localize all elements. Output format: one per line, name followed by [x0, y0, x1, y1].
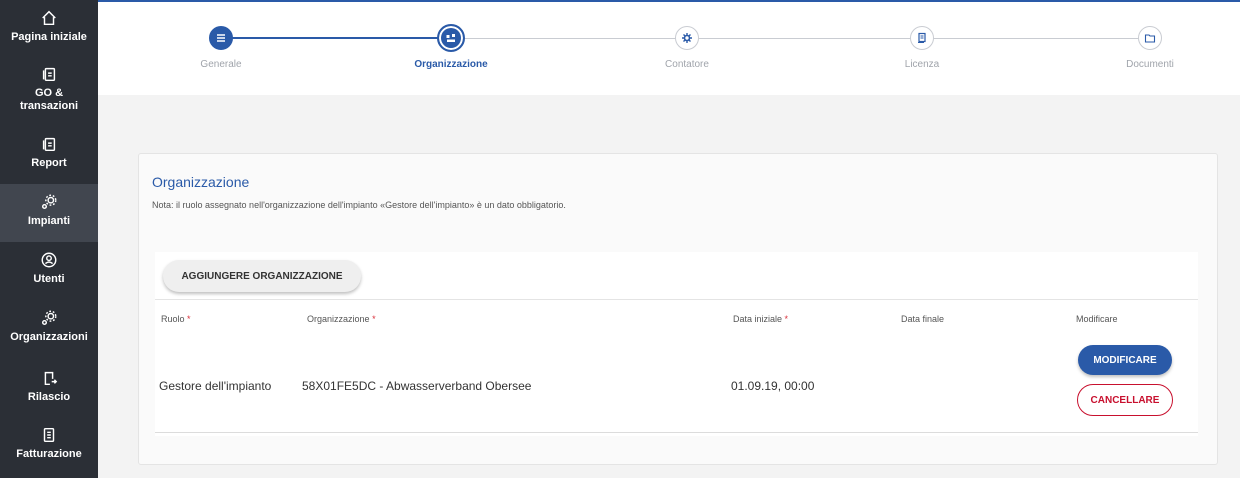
- report-icon: [39, 134, 59, 154]
- step-organization[interactable]: Organizzazione: [376, 2, 526, 70]
- column-header-edit: Modificare: [1076, 314, 1118, 324]
- list-icon: [209, 26, 233, 50]
- documents-icon: [39, 64, 59, 84]
- gear-icon: [675, 26, 699, 50]
- column-header-organization: Organizzazione *: [307, 314, 376, 324]
- sidebar-item-organizations[interactable]: Organizzazioni: [0, 308, 98, 344]
- add-organization-button[interactable]: AGGIUNGERE ORGANIZZAZIONE: [163, 260, 361, 292]
- organization-card: Organizzazione Nota: il ruolo assegnato …: [138, 153, 1218, 465]
- sidebar-item-label: Impianti: [27, 215, 71, 227]
- sidebar-item-go-transactions[interactable]: GO & transazioni: [0, 64, 98, 113]
- step-general[interactable]: Generale: [146, 2, 296, 70]
- invoice-icon: [39, 425, 59, 445]
- cell-start-date: 01.09.19, 00:00: [731, 379, 815, 393]
- delete-button[interactable]: CANCELLARE: [1077, 384, 1173, 416]
- home-icon: [39, 8, 59, 28]
- stepper-track-line: [451, 38, 1150, 39]
- main-content: Generale Organizzazione Contatore Licenz…: [98, 0, 1240, 478]
- column-header-end-date: Data finale: [901, 314, 945, 324]
- gears-icon: [39, 308, 59, 328]
- sidebar-item-label: Pagina iniziale: [11, 31, 87, 43]
- folder-icon: [1138, 26, 1162, 50]
- section-title: Organizzazione: [152, 174, 250, 190]
- mandatory-note: Nota: il ruolo assegnato nell'organizzaz…: [152, 200, 566, 210]
- step-label: Generale: [200, 59, 242, 70]
- column-header-start-date: Data iniziale *: [733, 314, 789, 324]
- sidebar-item-label: Rilascio: [27, 391, 71, 403]
- cell-organization: 58X01FE5DC - Abwasserverband Obersee: [302, 379, 532, 393]
- sidebar-item-label: Organizzazioni: [10, 331, 88, 343]
- sidebar-item-label: GO & transazioni: [19, 87, 79, 112]
- divider: [155, 432, 1198, 433]
- sidebar-item-users[interactable]: Utenti: [0, 250, 98, 286]
- sidebar-item-release[interactable]: Rilascio: [0, 368, 98, 404]
- sidebar-item-label: Report: [31, 157, 67, 169]
- divider: [155, 299, 1198, 300]
- sidebar-item-home[interactable]: Pagina iniziale: [0, 8, 98, 44]
- sidebar-item-label: Utenti: [33, 273, 65, 285]
- wizard-stepper: Generale Organizzazione Contatore Licenz…: [98, 0, 1240, 95]
- step-meter[interactable]: Contatore: [612, 2, 762, 70]
- sidebar: Pagina iniziale GO & transazioni Report …: [0, 0, 98, 478]
- step-license[interactable]: Licenza: [847, 2, 997, 70]
- sidebar-item-report[interactable]: Report: [0, 134, 98, 170]
- required-marker: *: [784, 314, 789, 324]
- sidebar-item-billing[interactable]: Fatturazione: [0, 425, 98, 461]
- step-documents[interactable]: Documenti: [1075, 2, 1225, 70]
- user-circle-icon: [39, 250, 59, 270]
- certificate-icon: [910, 26, 934, 50]
- gears-icon: [39, 192, 59, 212]
- edit-button[interactable]: MODIFICARE: [1078, 345, 1172, 375]
- sidebar-item-plants[interactable]: Impianti: [0, 184, 98, 242]
- organization-icon: [437, 24, 465, 52]
- cell-role: Gestore dell'impianto: [159, 379, 272, 393]
- sidebar-item-label: Fatturazione: [16, 448, 82, 460]
- column-header-role: Ruolo *: [161, 314, 191, 324]
- step-label: Contatore: [665, 59, 709, 70]
- required-marker: *: [187, 314, 191, 324]
- step-label: Organizzazione: [414, 59, 488, 70]
- step-label: Documenti: [1126, 59, 1174, 70]
- document-export-icon: [39, 368, 59, 388]
- organization-table: AGGIUNGERE ORGANIZZAZIONE Ruolo * Organi…: [155, 252, 1198, 436]
- step-label: Licenza: [904, 59, 940, 70]
- required-marker: *: [372, 314, 376, 324]
